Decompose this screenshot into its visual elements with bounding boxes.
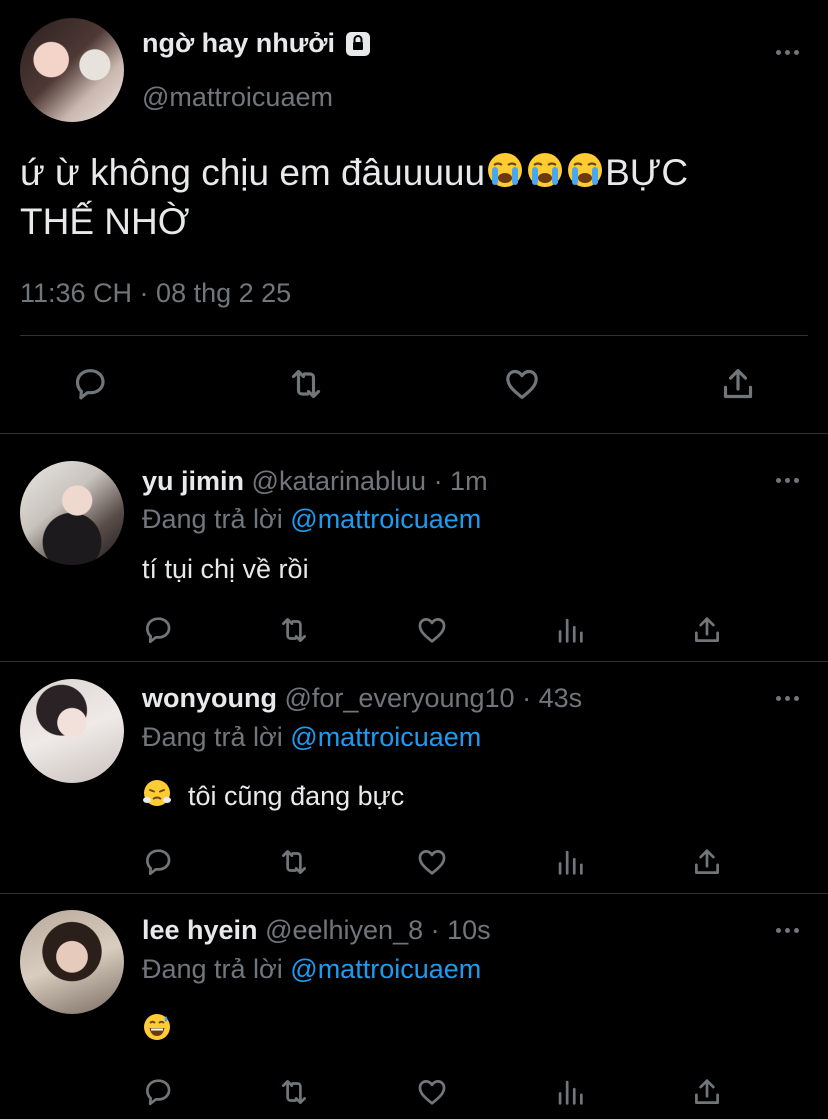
avatar[interactable] <box>20 461 124 565</box>
tweet-text: ứ ừ không chịu em đâuuuuu BỰC THẾ NHỜ <box>20 150 800 244</box>
like-icon <box>418 1080 446 1105</box>
analytics-icon <box>558 850 583 875</box>
replying-label: Đang trả lời <box>142 954 283 984</box>
replying-label: Đang trả lời <box>142 504 283 534</box>
share-icon <box>695 849 719 874</box>
reply-icon <box>146 1079 171 1106</box>
display-name-text[interactable]: ngờ hay nhưởi <box>142 28 335 59</box>
time-ago[interactable]: · 43s <box>522 683 582 713</box>
retweet-icon <box>282 618 306 642</box>
retweet-button[interactable] <box>272 1070 316 1114</box>
time-ago[interactable]: · 10s <box>431 915 491 945</box>
reply-header: yu jimin @katarinabluu · 1m <box>142 466 488 497</box>
share-icon <box>695 617 719 642</box>
like-button[interactable] <box>500 362 544 406</box>
reply-text-content: tí tụi chị về rồi <box>142 554 309 584</box>
avatar[interactable] <box>20 910 124 1014</box>
loudly-crying-face-emoji <box>485 150 525 200</box>
tweet-text-part1: ứ ừ không chịu em đâuuuuu <box>20 151 486 193</box>
replying-to: Đang trả lời @mattroicuaem <box>142 722 481 753</box>
tweet-text-part2: BỰC <box>605 151 689 193</box>
like-icon <box>418 618 446 643</box>
share-button[interactable] <box>685 1070 729 1114</box>
analytics-button[interactable] <box>548 840 592 884</box>
analytics-icon <box>558 618 583 643</box>
grinning-sweat-emoji <box>142 1012 172 1049</box>
reply-icon <box>146 617 171 644</box>
replying-label: Đang trả lời <box>142 722 283 752</box>
reply-text <box>142 1012 188 1049</box>
reply-text: tôi cũng đang bực <box>142 778 404 815</box>
share-icon <box>695 1079 719 1104</box>
more-icon[interactable] <box>772 692 802 704</box>
more-icon[interactable] <box>772 924 802 936</box>
loudly-crying-face-emoji <box>565 150 605 200</box>
reply-button[interactable] <box>136 1070 180 1114</box>
retweet-button[interactable] <box>284 362 328 406</box>
reply-text: tí tụi chị về rồi <box>142 554 309 585</box>
handle[interactable]: @for_everyoung10 <box>285 683 515 713</box>
main-tweet: ngờ hay nhưởi @mattroicuaem ứ ừ không ch… <box>0 0 828 433</box>
mention-link[interactable]: @mattroicuaem <box>290 722 481 752</box>
reply-header: lee hyein @eelhiyen_8 · 10s <box>142 915 491 946</box>
more-icon[interactable] <box>772 46 802 58</box>
like-icon <box>506 369 538 399</box>
like-button[interactable] <box>410 840 454 884</box>
reply-icon <box>146 849 171 876</box>
reply-button[interactable] <box>136 840 180 884</box>
like-button[interactable] <box>410 1070 454 1114</box>
retweet-icon <box>282 1080 306 1104</box>
share-button[interactable] <box>685 840 729 884</box>
handle[interactable]: @katarinabluu <box>252 466 427 496</box>
loudly-crying-face-emoji <box>525 150 565 200</box>
retweet-button[interactable] <box>272 608 316 652</box>
reply-text-content: tôi cũng đang bực <box>188 781 405 811</box>
display-name[interactable]: wonyoung <box>142 683 277 713</box>
mention-link[interactable]: @mattroicuaem <box>290 504 481 534</box>
share-icon <box>723 369 753 399</box>
reply-tweet[interactable]: yu jimin @katarinabluu · 1m Đang trả lời… <box>0 434 828 661</box>
time-ago[interactable]: · 1m <box>434 466 488 496</box>
like-icon <box>418 850 446 875</box>
handle[interactable]: @mattroicuaem <box>142 82 333 113</box>
analytics-button[interactable] <box>548 608 592 652</box>
avatar[interactable] <box>20 679 124 783</box>
reply-icon <box>75 369 105 400</box>
mention-link[interactable]: @mattroicuaem <box>290 954 481 984</box>
reply-tweet[interactable]: wonyoung @for_everyoung10 · 43s Đang trả… <box>0 662 828 893</box>
avatar[interactable] <box>20 18 124 122</box>
more-icon[interactable] <box>772 474 802 486</box>
tweet-text-line2: THẾ NHỜ <box>20 201 190 242</box>
replying-to: Đang trả lời @mattroicuaem <box>142 954 481 985</box>
retweet-icon <box>291 369 321 399</box>
like-button[interactable] <box>410 608 454 652</box>
display-name[interactable]: ngờ hay nhưởi <box>142 28 373 59</box>
share-button[interactable] <box>716 362 760 406</box>
share-button[interactable] <box>685 608 729 652</box>
retweet-button[interactable] <box>272 840 316 884</box>
analytics-button[interactable] <box>548 1070 592 1114</box>
replying-to: Đang trả lời @mattroicuaem <box>142 504 481 535</box>
reply-header: wonyoung @for_everyoung10 · 43s <box>142 683 582 714</box>
reply-button[interactable] <box>68 362 112 406</box>
tweet-actions <box>0 360 828 408</box>
reply-button[interactable] <box>136 608 180 652</box>
reply-tweet[interactable]: lee hyein @eelhiyen_8 · 10s Đang trả lời… <box>0 894 828 1119</box>
handle[interactable]: @eelhiyen_8 <box>265 915 423 945</box>
analytics-icon <box>558 1080 583 1105</box>
divider <box>20 335 808 336</box>
face-with-steam-emoji <box>142 778 172 815</box>
lock-icon <box>343 29 373 59</box>
retweet-icon <box>282 850 306 874</box>
display-name[interactable]: yu jimin <box>142 466 244 496</box>
timestamp[interactable]: 11:36 CH · 08 thg 2 25 <box>20 278 291 309</box>
display-name[interactable]: lee hyein <box>142 915 258 945</box>
